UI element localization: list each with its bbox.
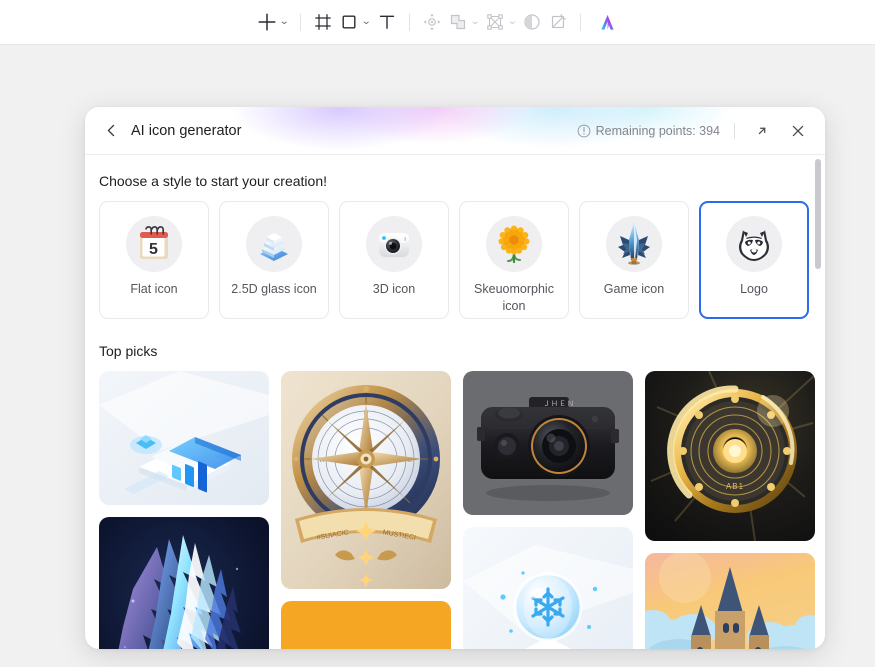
glass-icon-thumb xyxy=(246,216,302,272)
frame-tool[interactable] xyxy=(310,6,336,38)
close-x-icon xyxy=(792,125,804,136)
back-button[interactable] xyxy=(99,119,123,143)
text-t-icon xyxy=(379,15,394,29)
gallery-column: ＪＨＥＮ xyxy=(463,371,633,649)
move-anchor-icon xyxy=(423,13,440,31)
svg-text:5: 5 xyxy=(149,241,158,258)
style-card-3d-icon[interactable]: 3D icon xyxy=(339,201,449,319)
square-icon xyxy=(342,15,356,29)
toolbar-divider xyxy=(580,13,582,31)
pick-compass-emblem[interactable]: N S W E xyxy=(281,371,451,589)
gallery-column: AB1 xyxy=(645,371,815,649)
text-tool[interactable] xyxy=(374,6,400,38)
union-shapes-icon xyxy=(450,14,465,30)
flat-icon-thumb: 5 xyxy=(126,216,182,272)
chevron-down-icon: ⌄ xyxy=(278,16,290,27)
info-circle-icon xyxy=(577,124,591,137)
mask-tool[interactable]: ⌄ xyxy=(482,6,519,38)
toolbar-divider xyxy=(300,13,302,31)
ai-icon-generator-dialog: AI icon generator Remaining points: 394 xyxy=(85,107,825,649)
chevron-down-icon: ⌄ xyxy=(361,16,372,27)
style-card-skeuomorphic-icon[interactable]: Skeuomorphic icon xyxy=(459,201,569,319)
skeuomorphic-icon-thumb xyxy=(486,216,542,272)
pick-snow-orb[interactable] xyxy=(463,527,633,649)
pick-castle-clouds[interactable] xyxy=(645,553,815,649)
game-icon-thumb xyxy=(606,216,662,272)
transform-tool[interactable] xyxy=(419,6,445,38)
toolbar-divider xyxy=(408,13,410,31)
expand-arrow-icon xyxy=(758,127,766,134)
vertical-scrollbar[interactable] xyxy=(815,159,821,269)
style-card-list: 5 Flat icon 2.5D glass icon 3D icon Skeu… xyxy=(99,201,811,319)
gallery-column xyxy=(99,371,269,649)
top-toolbar: ⌄ ⌄ ⌄ ⌄ xyxy=(0,0,875,45)
opacity-tool[interactable] xyxy=(519,6,545,38)
crop-tool[interactable] xyxy=(545,6,571,38)
style-card-label: Game icon xyxy=(603,282,665,296)
style-card-game-icon[interactable]: Game icon xyxy=(579,201,689,319)
boolean-tool[interactable]: ⌄ xyxy=(445,6,482,38)
gallery-column: N S W E xyxy=(281,371,451,649)
chevron-down-icon: ⌄ xyxy=(469,16,480,27)
chevron-down-icon: ⌄ xyxy=(506,16,518,27)
remaining-points: Remaining points: 394 xyxy=(577,124,720,138)
pick-gold-vault[interactable]: AB1 xyxy=(645,371,815,541)
style-card-label: 2.5D glass icon xyxy=(231,282,317,296)
pick-isometric-laptop[interactable] xyxy=(99,371,269,505)
pick-black-camera[interactable]: ＪＨＥＮ xyxy=(463,371,633,515)
style-card-label: Flat icon xyxy=(130,282,178,296)
plus-icon xyxy=(258,13,276,31)
style-card-logo[interactable]: Logo xyxy=(699,201,809,319)
circle-half-icon xyxy=(524,14,540,30)
ai-sparkle-icon xyxy=(601,14,614,30)
frame-icon xyxy=(315,14,331,30)
mask-nodes-icon xyxy=(487,14,503,30)
shape-tool[interactable]: ⌄ xyxy=(336,6,373,38)
style-card-label: 3D icon xyxy=(372,282,416,296)
style-card-label: Skeuomorphic icon xyxy=(474,282,554,313)
ai-tool[interactable] xyxy=(594,6,621,38)
dialog-body: Choose a style to start your creation! 5 xyxy=(85,155,825,649)
header-actions: Remaining points: 394 xyxy=(577,118,811,144)
top-picks-heading: Top picks xyxy=(99,343,158,359)
3d-icon-thumb xyxy=(366,216,422,272)
style-card-flat-icon[interactable]: 5 Flat icon xyxy=(99,201,209,319)
pick-ice-feather[interactable] xyxy=(99,517,269,649)
dialog-header: AI icon generator Remaining points: 394 xyxy=(85,107,825,155)
top-picks-gallery: N S W E xyxy=(99,371,815,649)
expand-button[interactable] xyxy=(749,118,775,144)
svg-text:ＪＨＥＮ: ＪＨＥＮ xyxy=(543,400,575,408)
svg-text:AB1: AB1 xyxy=(726,482,744,491)
styles-heading: Choose a style to start your creation! xyxy=(99,173,327,189)
style-card-25d-glass-icon[interactable]: 2.5D glass icon xyxy=(219,201,329,319)
header-divider xyxy=(734,122,735,139)
add-tool[interactable]: ⌄ xyxy=(254,6,291,38)
close-button[interactable] xyxy=(785,118,811,144)
chevron-left-icon xyxy=(107,124,114,137)
logo-icon-thumb xyxy=(726,216,782,272)
style-card-label: Logo xyxy=(740,282,768,296)
page-title: AI icon generator xyxy=(131,122,242,139)
remaining-points-label: Remaining points: 394 xyxy=(595,123,720,138)
crop-icon xyxy=(552,14,567,29)
pick-globe-orange[interactable] xyxy=(281,601,451,649)
